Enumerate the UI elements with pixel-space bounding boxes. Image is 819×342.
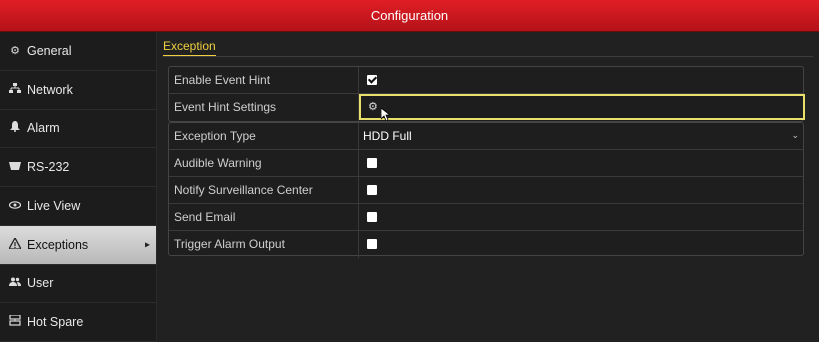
- trigger-alarm-output-label: Trigger Alarm Output: [169, 231, 359, 258]
- window-title: Configuration: [370, 8, 449, 23]
- event-hint-settings-button[interactable]: ⚙: [359, 94, 805, 122]
- audible-warning-row: Audible Warning: [169, 150, 803, 177]
- exception-type-select[interactable]: HDD Full ⌄: [359, 123, 803, 149]
- sidebar-item-label: Live View: [27, 198, 81, 213]
- notify-surveillance-center-row: Notify Surveillance Center: [169, 177, 803, 204]
- sidebar-item-live-view[interactable]: Live View: [0, 187, 156, 226]
- event-hint-settings-label: Event Hint Settings: [169, 94, 359, 121]
- tab-divider: [163, 56, 813, 57]
- chevron-down-icon: ⌄: [791, 130, 799, 140]
- sidebar-item-label: RS-232: [27, 160, 70, 175]
- sidebar-item-rs232[interactable]: RS-232: [0, 148, 156, 187]
- event-hint-panel: Enable Event Hint Event Hint Settings ⚙: [168, 66, 805, 122]
- gear-icon: ⚙: [368, 101, 378, 113]
- users-icon: [8, 277, 22, 289]
- sidebar-item-network[interactable]: Network: [0, 71, 156, 110]
- trigger-alarm-output-row: Trigger Alarm Output: [169, 231, 803, 258]
- window-title-bar: Configuration: [0, 0, 819, 32]
- sidebar-item-label: User: [27, 276, 54, 291]
- gear-icon: ⚙: [10, 45, 20, 58]
- audible-warning-checkbox[interactable]: [367, 158, 377, 168]
- enable-event-hint-label: Enable Event Hint: [169, 67, 359, 93]
- sidebar-item-hot-spare[interactable]: Hot Spare: [0, 303, 156, 342]
- audible-warning-label: Audible Warning: [169, 150, 359, 176]
- exception-type-value: HDD Full: [363, 129, 412, 143]
- trigger-alarm-output-checkbox[interactable]: [367, 239, 377, 249]
- tab-exception[interactable]: Exception: [163, 39, 216, 57]
- sidebar-item-label: Hot Spare: [27, 315, 84, 330]
- enable-event-hint-row: Enable Event Hint: [169, 67, 803, 94]
- chevron-right-icon: ▸: [144, 239, 150, 251]
- sidebar-item-exceptions[interactable]: Exceptions ▸: [0, 225, 156, 265]
- network-icon: [8, 82, 22, 97]
- sidebar-item-label: General: [27, 43, 72, 58]
- send-email-row: Send Email: [169, 204, 803, 231]
- sidebar-item-general[interactable]: ⚙ General: [0, 32, 156, 71]
- sidebar: ⚙ General Network Alarm RS-232 Live View…: [0, 32, 157, 342]
- sidebar-item-label: Exceptions: [27, 237, 89, 252]
- exception-settings-panel: Exception Type HDD Full ⌄ Audible Warnin…: [168, 122, 804, 258]
- alarm-bell-icon: [8, 121, 22, 135]
- hot-spare-icon: [8, 314, 22, 329]
- notify-surveillance-center-label: Notify Surveillance Center: [169, 177, 359, 203]
- sidebar-item-user[interactable]: User: [0, 265, 156, 304]
- sidebar-item-label: Network: [27, 82, 73, 97]
- send-email-label: Send Email: [169, 204, 359, 230]
- enable-event-hint-checkbox[interactable]: [367, 75, 377, 85]
- serial-port-icon: [8, 161, 22, 173]
- sidebar-item-label: Alarm: [27, 121, 60, 136]
- notify-surveillance-center-checkbox[interactable]: [367, 185, 377, 195]
- exception-type-label: Exception Type: [169, 123, 359, 149]
- event-hint-settings-row: Event Hint Settings ⚙: [169, 94, 805, 122]
- send-email-checkbox[interactable]: [367, 212, 377, 222]
- main-content: Exception Enable Event Hint Event Hint S…: [157, 32, 819, 342]
- sidebar-item-alarm[interactable]: Alarm: [0, 110, 156, 149]
- exception-type-row: Exception Type HDD Full ⌄: [169, 123, 803, 150]
- warning-icon: [7, 236, 23, 252]
- eye-icon: [8, 200, 22, 212]
